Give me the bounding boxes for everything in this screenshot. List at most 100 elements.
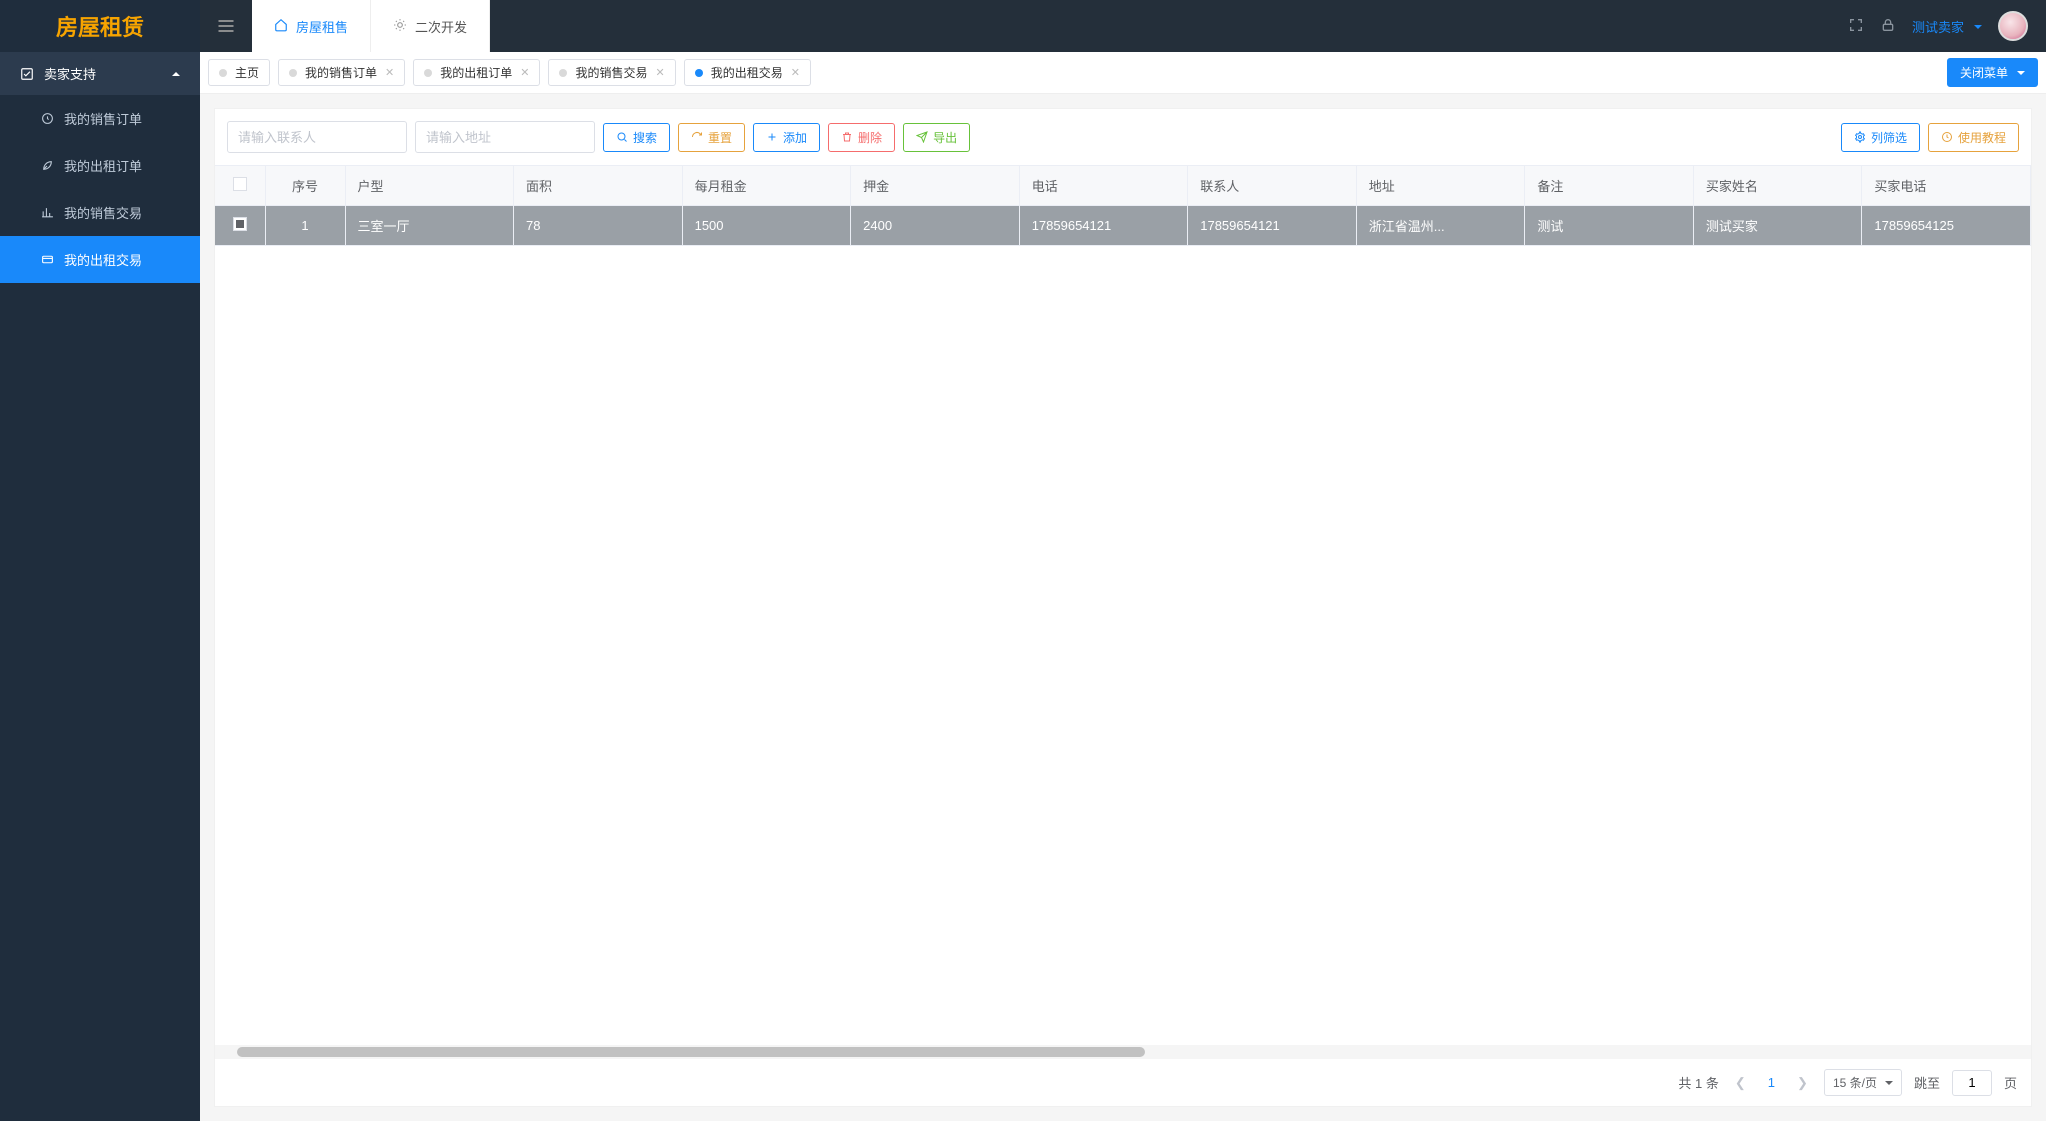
card-icon	[40, 253, 54, 267]
tab-indicator-dot	[695, 69, 703, 77]
tutorial-label: 使用教程	[1958, 129, 2006, 146]
add-button[interactable]: 添加	[753, 123, 820, 152]
export-button[interactable]: 导出	[903, 123, 970, 152]
next-page-button[interactable]: ❯	[1793, 1075, 1812, 1091]
search-button-label: 搜索	[633, 129, 657, 146]
column-header[interactable]: 序号	[265, 166, 345, 206]
tutorial-button[interactable]: 使用教程	[1928, 123, 2019, 152]
close-icon[interactable]: ✕	[520, 66, 529, 79]
user-menu[interactable]: 测试卖家	[1912, 17, 1982, 36]
export-button-label: 导出	[933, 129, 957, 146]
clock-icon	[1941, 131, 1953, 143]
sidebar-item-0[interactable]: 我的销售订单	[0, 95, 200, 142]
total-count: 共 1 条	[1678, 1073, 1718, 1092]
chart-icon	[40, 206, 54, 220]
page-size-label: 15 条/页	[1833, 1074, 1877, 1091]
page-tab-2[interactable]: 我的出租订单 ✕	[413, 59, 540, 86]
column-header[interactable]: 地址	[1356, 166, 1525, 206]
top-tab-0[interactable]: 房屋租售	[252, 0, 371, 52]
contact-input[interactable]	[227, 121, 407, 153]
cell: 17859654125	[1862, 206, 2031, 246]
row-checkbox[interactable]	[233, 217, 247, 231]
horizontal-scrollbar[interactable]	[215, 1045, 2031, 1059]
support-icon	[20, 67, 34, 81]
toolbar: 搜索 重置 添加 删除	[215, 109, 2031, 165]
column-filter-label: 列筛选	[1871, 129, 1907, 146]
chevron-down-icon	[1881, 1076, 1893, 1090]
delete-button-label: 删除	[858, 129, 882, 146]
reset-button[interactable]: 重置	[678, 123, 745, 152]
column-header[interactable]: 联系人	[1188, 166, 1357, 206]
fullscreen-icon[interactable]	[1848, 17, 1864, 36]
clock-icon	[40, 112, 54, 126]
page-tab-3[interactable]: 我的销售交易 ✕	[548, 59, 675, 86]
cell: 2400	[851, 206, 1020, 246]
cell: 测试买家	[1693, 206, 1862, 246]
close-icon[interactable]: ✕	[385, 66, 394, 79]
select-all-checkbox[interactable]	[233, 177, 247, 191]
page-tab-label: 主页	[235, 64, 259, 81]
user-name: 测试卖家	[1912, 17, 1964, 36]
cell: 1500	[682, 206, 851, 246]
table-row[interactable]: 1三室一厅78150024001785965412117859654121浙江省…	[215, 206, 2031, 246]
refresh-icon	[691, 131, 703, 143]
column-header[interactable]: 面积	[514, 166, 683, 206]
sidebar-item-label: 我的销售交易	[64, 203, 142, 222]
plus-icon	[766, 131, 778, 143]
sidebar-item-label: 我的出租订单	[64, 156, 142, 175]
cell: 78	[514, 206, 683, 246]
page-tab-label: 我的销售交易	[575, 64, 647, 81]
page-tab-label: 我的销售订单	[305, 64, 377, 81]
column-header[interactable]: 买家电话	[1862, 166, 2031, 206]
column-header[interactable]: 电话	[1019, 166, 1188, 206]
page-number[interactable]: 1	[1762, 1075, 1781, 1090]
sidebar-group-seller-support[interactable]: 卖家支持	[0, 52, 200, 95]
home-icon	[274, 18, 288, 35]
tab-indicator-dot	[424, 69, 432, 77]
sidebar-item-3[interactable]: 我的出租交易	[0, 236, 200, 283]
avatar[interactable]	[1998, 11, 2028, 41]
sun-icon	[393, 18, 407, 35]
top-tab-label: 房屋租售	[296, 17, 348, 36]
lock-icon[interactable]	[1880, 17, 1896, 36]
jump-page-input[interactable]	[1952, 1070, 1992, 1096]
close-icon[interactable]: ✕	[656, 66, 665, 79]
app-logo: 房屋租赁	[0, 0, 200, 52]
column-header[interactable]: 户型	[345, 166, 514, 206]
delete-button[interactable]: 删除	[828, 123, 895, 152]
cell: 浙江省温州...	[1356, 206, 1525, 246]
toggle-sidebar-button[interactable]	[200, 0, 252, 52]
sidebar-item-2[interactable]: 我的销售交易	[0, 189, 200, 236]
top-tab-1[interactable]: 二次开发	[371, 0, 490, 52]
address-input[interactable]	[415, 121, 595, 153]
data-table: 序号户型面积每月租金押金电话联系人地址备注买家姓名买家电话 1三室一厅78150…	[215, 166, 2031, 246]
sidebar-item-label: 我的出租交易	[64, 250, 142, 269]
page-tab-1[interactable]: 我的销售订单 ✕	[278, 59, 405, 86]
jump-label: 跳至	[1914, 1073, 1940, 1092]
search-icon	[616, 131, 628, 143]
column-header[interactable]: 买家姓名	[1693, 166, 1862, 206]
table-scroll[interactable]: 序号户型面积每月租金押金电话联系人地址备注买家姓名买家电话 1三室一厅78150…	[215, 165, 2031, 1045]
search-button[interactable]: 搜索	[603, 123, 670, 152]
prev-page-button[interactable]: ❮	[1731, 1075, 1750, 1091]
page-tab-4[interactable]: 我的出租交易 ✕	[684, 59, 811, 86]
reset-button-label: 重置	[708, 129, 732, 146]
pagination: 共 1 条 ❮ 1 ❯ 15 条/页 跳至 页	[215, 1059, 2031, 1106]
close-menu-button[interactable]: 关闭菜单	[1947, 58, 2038, 87]
sidebar: 房屋租赁 卖家支持 我的销售订单我的出租订单我的销售交易我的出租交易	[0, 0, 200, 1121]
page-tab-0[interactable]: 主页	[208, 59, 270, 86]
column-header[interactable]: 备注	[1525, 166, 1694, 206]
page-tab-label: 我的出租交易	[711, 64, 783, 81]
page-tab-label: 我的出租订单	[440, 64, 512, 81]
column-header[interactable]: 每月租金	[682, 166, 851, 206]
chevron-down-icon	[2013, 66, 2025, 80]
column-filter-button[interactable]: 列筛选	[1841, 123, 1920, 152]
sidebar-item-1[interactable]: 我的出租订单	[0, 142, 200, 189]
page-size-select[interactable]: 15 条/页	[1824, 1069, 1902, 1096]
cell: 测试	[1525, 206, 1694, 246]
cell: 1	[265, 206, 345, 246]
close-icon[interactable]: ✕	[791, 66, 800, 79]
tab-indicator-dot	[289, 69, 297, 77]
add-button-label: 添加	[783, 129, 807, 146]
column-header[interactable]: 押金	[851, 166, 1020, 206]
